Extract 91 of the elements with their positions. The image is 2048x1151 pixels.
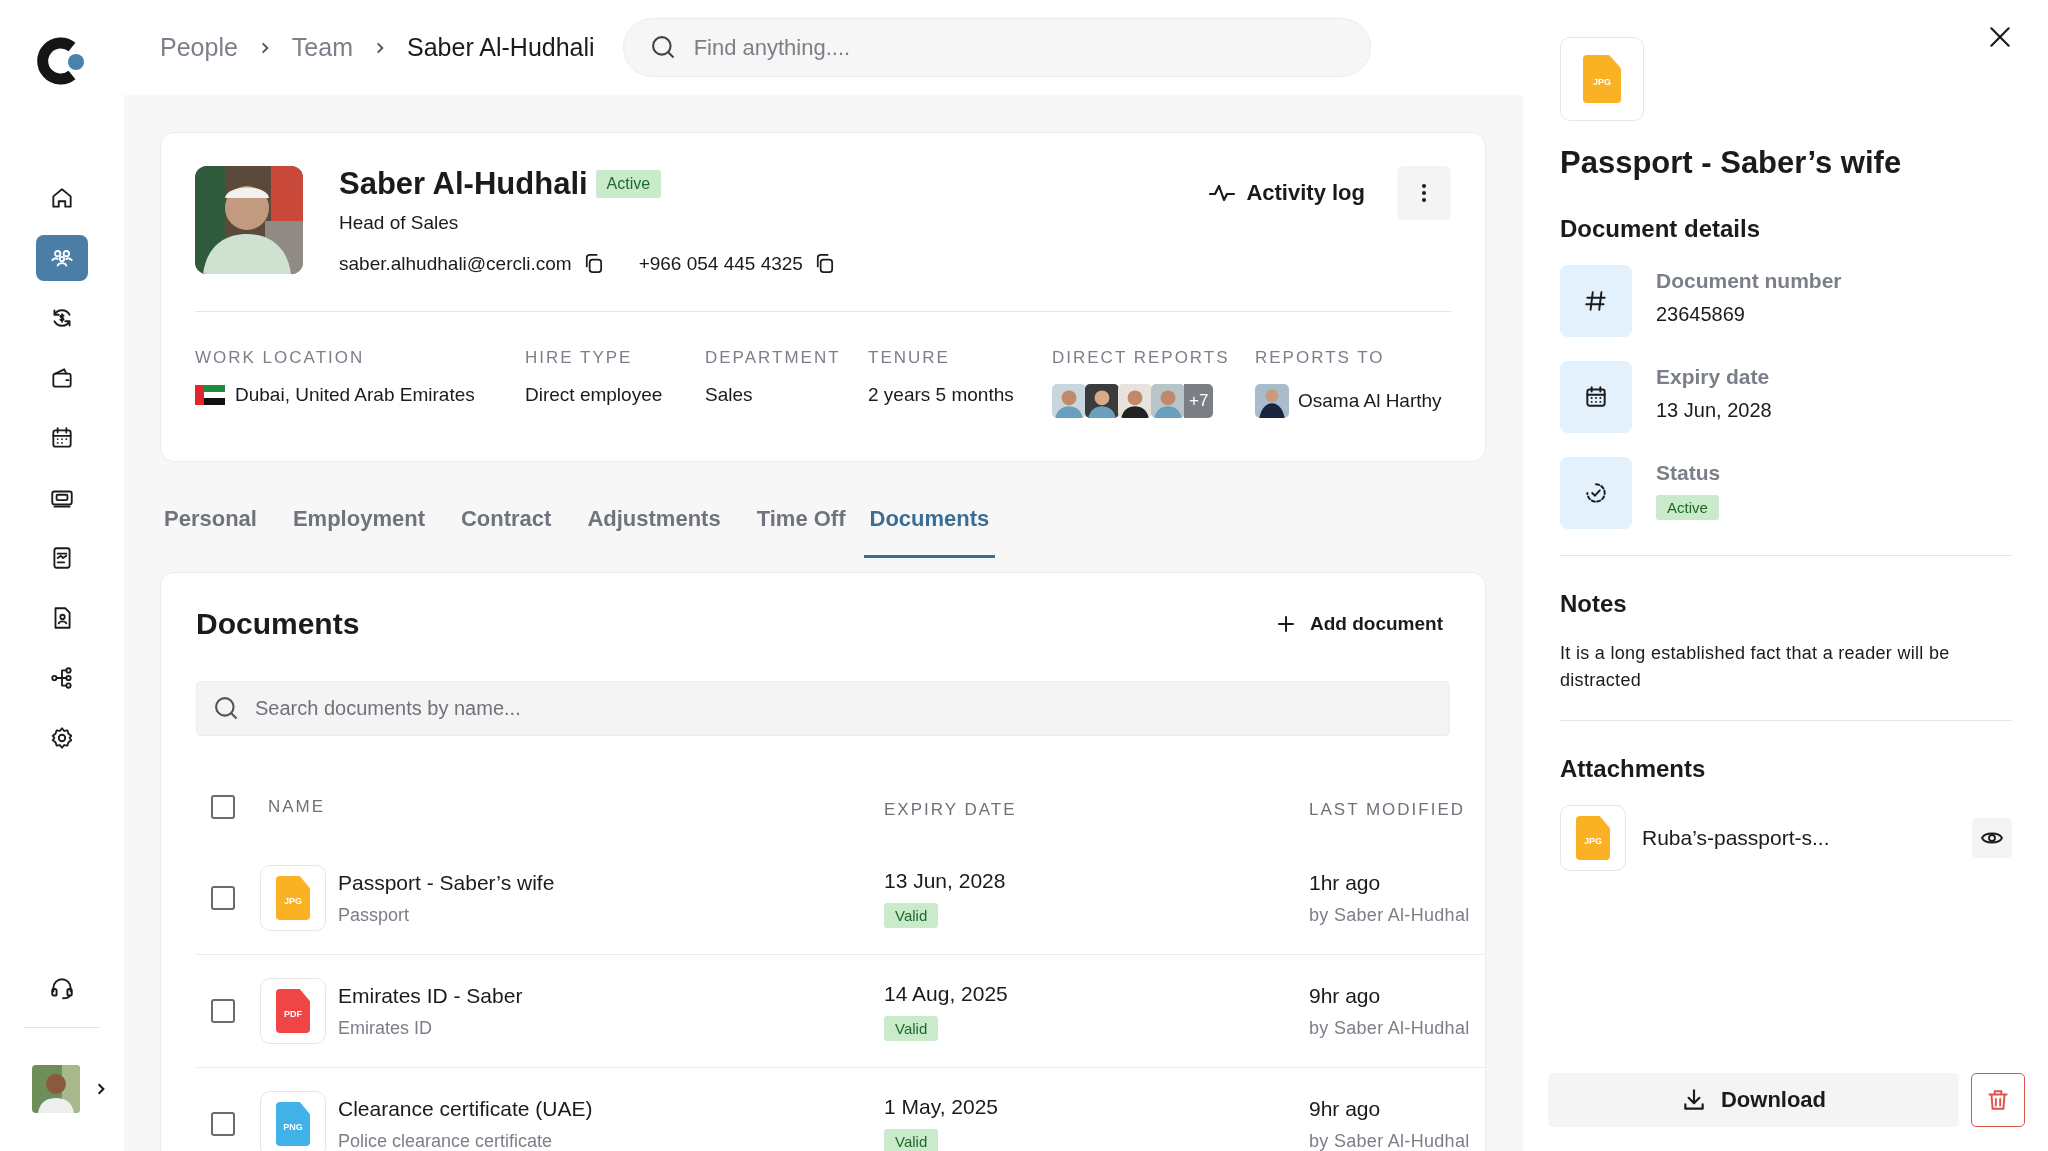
expiry-date: 14 Aug, 2025 xyxy=(884,981,1009,1006)
headset-icon[interactable] xyxy=(49,975,75,1001)
section-title: Documents xyxy=(196,607,360,641)
email-text: saber.alhudhali@cercli.com xyxy=(339,252,572,275)
breadcrumb-link[interactable]: Team xyxy=(291,33,353,62)
search-icon xyxy=(212,694,240,722)
job-title: Head of Sales xyxy=(339,212,460,234)
detail-value: 13 Jun, 2028 xyxy=(1656,399,1772,422)
file-type-label: PNG xyxy=(283,1122,303,1132)
notes-text: It is a long established fact that a reader will be distracted xyxy=(1560,642,1951,692)
checkbox[interactable] xyxy=(211,886,235,910)
field-value: Dubai, United Arab Emirates xyxy=(235,384,475,406)
field-value: 2 years 5 months xyxy=(868,384,1014,406)
download-button[interactable]: Download xyxy=(1548,1073,1959,1127)
document-name[interactable]: Clearance certificate (UAE) xyxy=(338,1096,593,1121)
status-badge: Active xyxy=(1656,495,1719,520)
document-type: Emirates ID xyxy=(338,1017,434,1039)
column-header: NAME xyxy=(268,797,327,817)
field-label: TENURE xyxy=(868,348,951,368)
hash-icon xyxy=(1560,265,1632,337)
expiry-date: 1 May, 2025 xyxy=(884,1094,999,1119)
field-label: DIRECT REPORTS xyxy=(1052,348,1231,368)
preview-button[interactable] xyxy=(1972,818,2012,858)
field-label: HIRE TYPE xyxy=(525,348,634,368)
breadcrumb-link[interactable]: People xyxy=(160,33,238,62)
detail-label: Status xyxy=(1656,461,1721,485)
file-type-label: JPG xyxy=(284,896,302,906)
activity-log-button[interactable]: Activity log xyxy=(1208,180,1365,206)
checkbox[interactable] xyxy=(211,795,235,819)
status-badge: Valid xyxy=(884,902,939,928)
document-type: Police clearance certificate xyxy=(338,1130,554,1151)
tab[interactable]: Time Off xyxy=(738,500,864,558)
file-type-label: JPG xyxy=(1593,77,1611,87)
status-badge: Valid xyxy=(884,1128,939,1151)
more-count: +7 xyxy=(1184,384,1214,418)
field-value: Osama Al Harthy xyxy=(1298,390,1442,412)
status-badge: Active xyxy=(595,170,662,198)
employee-name: Saber Al-Hudhali xyxy=(339,166,588,202)
modified-time: 9hr ago xyxy=(1309,983,1382,1008)
delete-button[interactable] xyxy=(1971,1073,2025,1127)
close-icon[interactable] xyxy=(1987,24,2013,50)
modified-by: by Saber Al-Hudhal xyxy=(1309,1017,1471,1039)
plus-icon xyxy=(1276,614,1296,634)
modified-by: by Saber Al-Hudhal xyxy=(1309,904,1471,926)
more-icon xyxy=(1421,183,1427,203)
search-field[interactable]: Find anything.... xyxy=(622,18,1371,77)
document-name[interactable]: Passport - Saber’s wife xyxy=(338,870,555,895)
tab[interactable]: Adjustments xyxy=(569,500,739,558)
calendar-icon xyxy=(49,425,75,451)
file-type-label: JPG xyxy=(1584,836,1602,846)
column-header: LAST MODIFIED xyxy=(1309,800,1467,820)
field-label: REPORTS TO xyxy=(1255,348,1386,368)
detail-label: Document number xyxy=(1656,269,1842,293)
file-type-label: PDF xyxy=(284,1009,302,1019)
attachment-name[interactable]: Ruba’s-passport-s... xyxy=(1642,826,1956,850)
detail-value: 23645869 xyxy=(1656,303,1746,326)
phone-text: +966 054 445 4325 xyxy=(638,252,803,275)
checkbox[interactable] xyxy=(211,999,235,1023)
field-value: Sales xyxy=(705,384,753,406)
wallet-icon xyxy=(49,365,75,391)
modified-time: 1hr ago xyxy=(1309,870,1382,895)
hierarchy-icon xyxy=(49,665,75,691)
activity-icon xyxy=(1208,183,1237,203)
tab[interactable]: Documents xyxy=(863,500,996,558)
tab[interactable]: Personal xyxy=(160,500,275,558)
expiry-date: 13 Jun, 2028 xyxy=(884,868,1007,893)
document-type: Passport xyxy=(338,904,411,926)
document-name[interactable]: Emirates ID - Saber xyxy=(338,983,523,1008)
column-header: EXPIRY DATE xyxy=(884,800,1018,820)
calendar-icon xyxy=(1560,361,1632,433)
status-icon xyxy=(1560,457,1632,529)
flag-icon xyxy=(195,385,225,405)
panel-title: Passport - Saber’s wife xyxy=(1560,145,1903,181)
settings-icon xyxy=(49,725,75,751)
checkbox[interactable] xyxy=(211,1112,235,1136)
section-title: Attachments xyxy=(1560,755,1707,783)
breadcrumb-current: Saber Al-Hudhali xyxy=(407,33,595,62)
modified-time: 9hr ago xyxy=(1309,1096,1382,1121)
trash-icon xyxy=(1985,1087,2011,1113)
field-value: Direct employee xyxy=(525,384,663,406)
tab[interactable]: Employment xyxy=(274,500,443,558)
search-field[interactable]: Search documents by name... xyxy=(196,681,1450,736)
detail-label: Expiry date xyxy=(1656,365,1771,389)
section-title: Notes xyxy=(1560,590,1628,618)
status-badge: Valid xyxy=(884,1015,939,1041)
section-title: Document details xyxy=(1560,215,1762,243)
add-document-button[interactable]: Add document xyxy=(1276,613,1443,635)
modified-by: by Saber Al-Hudhal xyxy=(1309,1130,1471,1151)
field-label: DEPARTMENT xyxy=(705,348,842,368)
field-label: WORK LOCATION xyxy=(195,348,366,368)
tab[interactable]: Contract xyxy=(442,500,570,558)
